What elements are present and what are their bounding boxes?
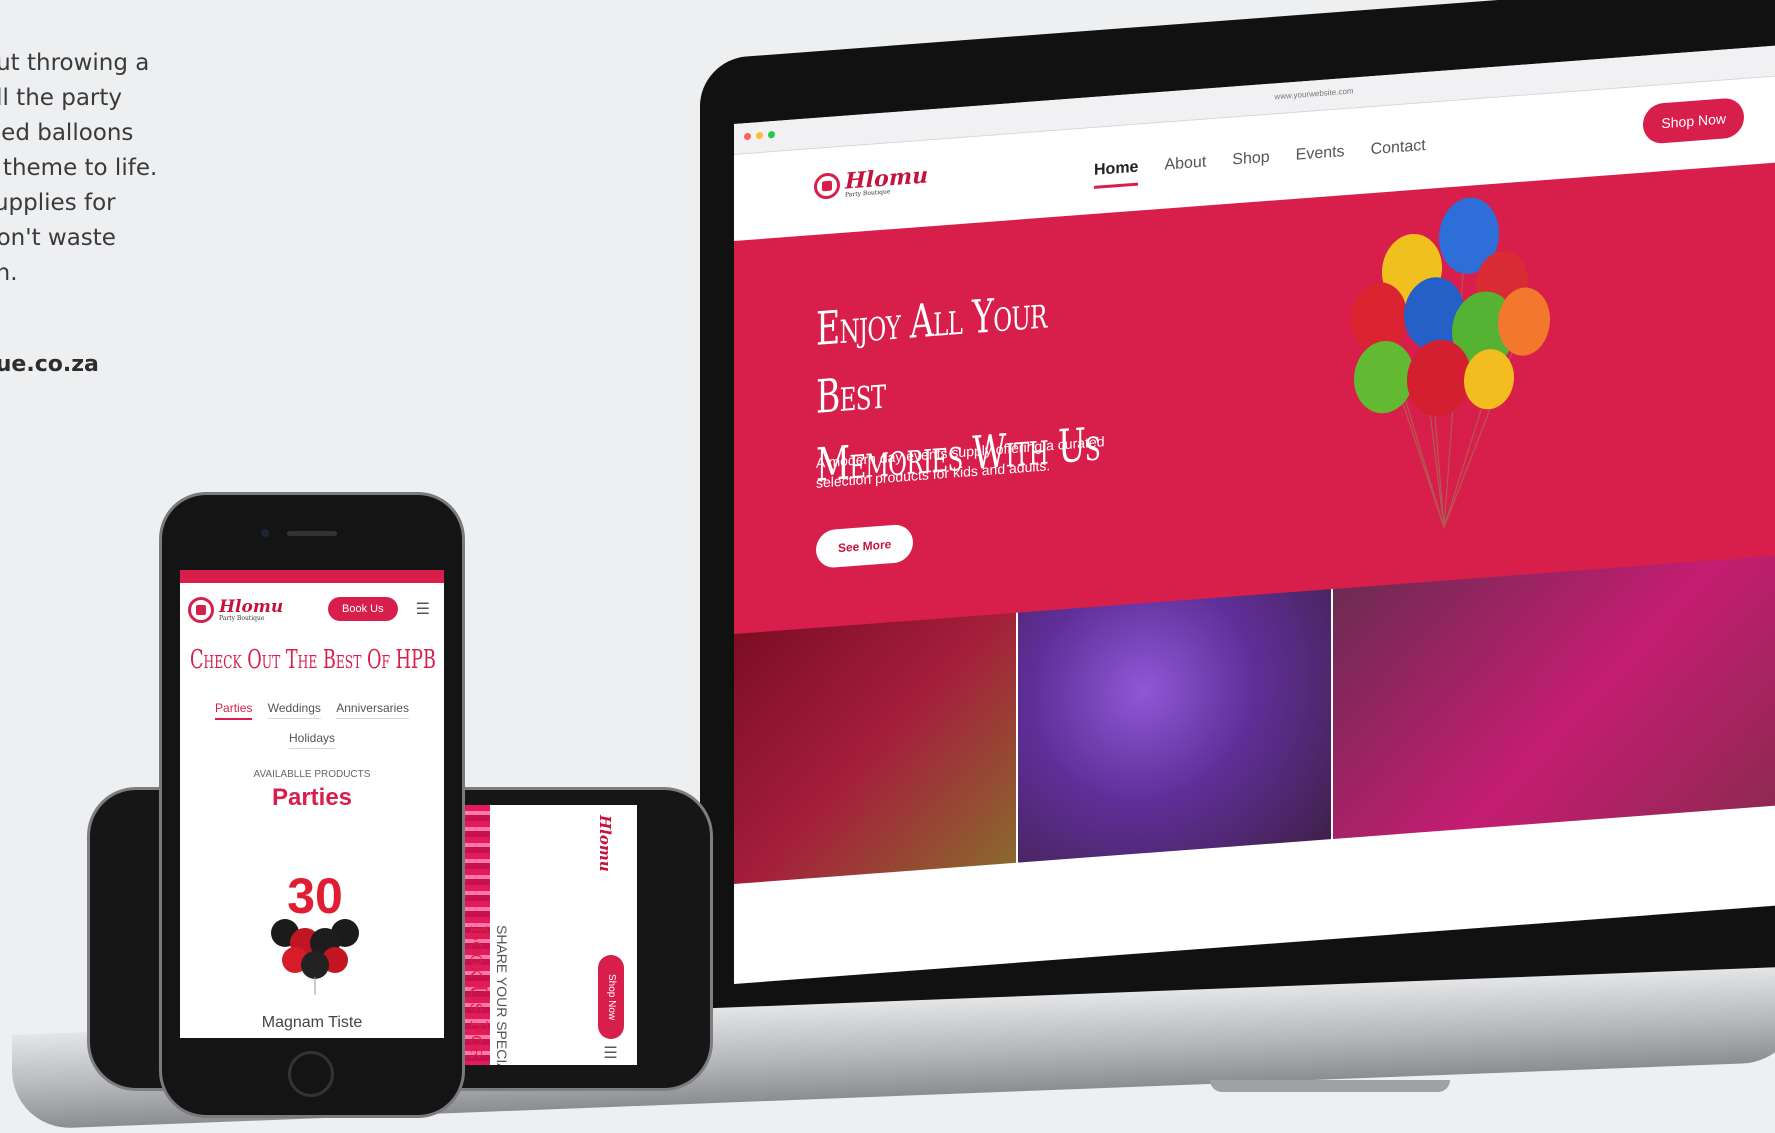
gallery-photo-balloons[interactable] [1017,588,1334,863]
intro-line-1: out throwing a [0,50,150,76]
hero-banner: Enjoy All Your Best Memories With Us A m… [734,162,1775,635]
phone-logo-wordmark: Hlomu Party Boutique [219,596,284,622]
intro-line-6: don't waste [0,225,116,251]
category-tabs: Parties Weddings Anniversaries Holidays [180,693,444,753]
product-number-text: 30 [287,868,343,924]
intro-line-5: supplies for [0,190,116,216]
site-logo[interactable]: Hlomu Party Boutique [814,162,928,201]
phone-section-title: Check Out The Best Of HPB [190,645,436,675]
tab-anniversaries[interactable]: Anniversaries [336,698,409,719]
horizontal-phone-screen: Hlomu SHARE YOUR SPECIAL MOMENT Book Us … [460,805,637,1065]
phone-top-bar [180,570,444,583]
gallery-photo-foil-balloon[interactable] [734,612,1018,884]
shop-now-button[interactable]: Shop Now [1643,97,1744,145]
intro-line-7: vn. [0,260,18,286]
intro-line-2: all the party [0,85,123,111]
close-icon[interactable] [744,132,751,141]
camera-icon [261,529,269,537]
tab-weddings[interactable]: Weddings [267,698,321,719]
nav-events[interactable]: Events [1296,143,1345,174]
laptop-screen: www.yourwebsite.com Hlomu Party Boutique… [734,45,1775,984]
tab-holidays[interactable]: Holidays [288,728,336,749]
maximize-icon[interactable] [768,130,776,139]
minimize-icon[interactable] [756,131,764,140]
phone-h-logo[interactable]: Hlomu [596,815,614,872]
speaker-grille [287,531,337,536]
phone-logo[interactable]: Hlomu Party Boutique [188,597,283,623]
window-controls[interactable] [744,130,778,143]
phone-h-title: Book Us For Any Occasion [465,925,490,1065]
bag-icon [814,172,840,200]
intro-line-3: illed balloons [0,120,134,146]
phone-h-shop-now-button[interactable]: Shop Now [598,955,624,1039]
website-url[interactable]: que.co.za [0,347,200,382]
laptop-notch [1210,1080,1450,1092]
vertical-phone-screen: Hlomu Party Boutique Book Us ☰ Check Out… [180,570,444,1038]
see-more-button[interactable]: See More [816,523,914,569]
available-products-label: AVAILABLLE PRODUCTS [253,769,371,780]
nav-home[interactable]: Home [1094,158,1139,189]
tab-parties[interactable]: Parties [215,698,253,720]
phone-h-subtitle: SHARE YOUR SPECIAL MOMENT [494,925,510,1065]
hamburger-icon[interactable]: ☰ [416,599,430,619]
intro-line-4: y theme to life. [0,155,158,181]
home-button[interactable] [288,1051,334,1097]
product-balloon-image[interactable]: 30 [260,865,370,995]
logo-wordmark: Hlomu Party Boutique [845,162,928,198]
book-us-button[interactable]: Book Us [328,597,398,621]
hamburger-icon[interactable]: ☰ [600,1043,619,1062]
address-bar[interactable]: www.yourwebsite.com [1214,82,1414,106]
gallery-photo-table-setting[interactable] [1333,555,1775,839]
phone-h-heading-block: SHARE YOUR SPECIAL MOMENT Book Us For An… [465,925,510,1065]
intro-text: out throwing a all the party illed ballo… [0,46,200,382]
product-name[interactable]: Magnam Tiste [180,1014,444,1032]
product-category-title: Parties [271,784,353,811]
nav-contact[interactable]: Contact [1371,137,1426,168]
hero-title-line-1: Enjoy All Your Best [816,284,1047,424]
nav-shop[interactable]: Shop [1232,149,1269,179]
balloon-bouquet-image [1351,197,1550,528]
phone-header: Hlomu Party Boutique Book Us ☰ [180,583,444,633]
main-nav: Home About Shop Events Contact [1094,137,1426,189]
bag-icon [188,597,214,623]
phone-logo-name: Hlomu [219,596,284,617]
nav-about[interactable]: About [1164,153,1206,183]
